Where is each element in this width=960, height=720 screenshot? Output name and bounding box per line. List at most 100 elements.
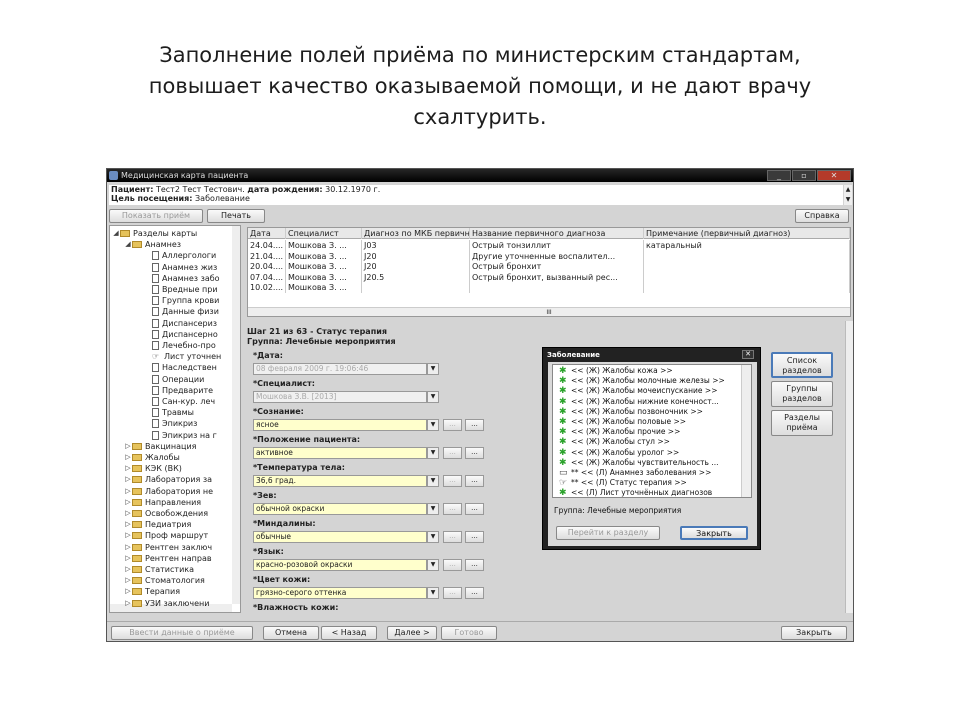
dropdown-arrow-icon[interactable]: ▼ — [427, 559, 439, 571]
dropdown-arrow-icon[interactable]: ▼ — [427, 587, 439, 599]
tree-item[interactable]: Вредные при — [144, 284, 218, 295]
dialog-close-icon[interactable]: ✕ — [742, 350, 754, 359]
tree-item[interactable]: ▷ Проф маршрут — [124, 530, 208, 541]
table-row[interactable]: 21.04.... Мошкова З. ... J20 Другие уточнен… — [248, 250, 850, 262]
column-header[interactable]: Дата — [248, 228, 286, 239]
field-input[interactable]: грязно-серого оттенка — [253, 587, 427, 599]
expand-icon[interactable]: ▷ — [124, 486, 132, 497]
tree-item[interactable]: ▷ Лаборатория не — [124, 486, 213, 497]
tree-item[interactable]: ▷ Рентген заключ — [124, 542, 212, 553]
field-extra-button[interactable]: ... — [443, 559, 462, 571]
tree-item[interactable]: Анамнез забо — [144, 273, 220, 284]
field-input[interactable]: красно-розовой окраски — [253, 559, 427, 571]
field-extra-button[interactable]: ... — [443, 447, 462, 459]
dropdown-arrow-icon[interactable]: ▼ — [427, 503, 439, 515]
dialog-close-button[interactable]: Закрыть — [680, 526, 748, 540]
tree-item[interactable]: ▷ Жалобы — [124, 452, 179, 463]
expand-icon[interactable]: ▷ — [124, 586, 132, 597]
close-window-button[interactable]: Закрыть — [781, 626, 847, 640]
minimize-icon[interactable]: _ — [767, 170, 791, 181]
field-extra-button[interactable]: ... — [443, 419, 462, 431]
table-row[interactable]: 10.02.... Мошкова З. ... — [248, 282, 850, 293]
dialog-list-item[interactable]: ✱ << (Ж) Жалобы позвоночник >> — [559, 407, 703, 417]
tree-item[interactable]: Наследствен — [144, 362, 217, 373]
expand-icon[interactable]: ▷ — [124, 497, 132, 508]
table-row[interactable]: 24.04.... Мошкова З. ... J03 Острый тонзилл… — [248, 240, 850, 251]
show-reception-button[interactable]: Показать приём — [109, 209, 203, 223]
dialog-list-scrollbar[interactable] — [741, 365, 751, 497]
field-browse-button[interactable]: ... — [465, 531, 484, 543]
field-input[interactable]: 36,6 град. — [253, 475, 427, 487]
expand-icon[interactable]: ▷ — [124, 441, 132, 452]
tree-item[interactable]: ▷ Терапия — [124, 586, 180, 597]
dialog-list-item[interactable]: ▭ ** << (Л) Анамнез заболевания >> — [559, 468, 711, 478]
tree-item[interactable]: Аллергологи — [144, 250, 216, 261]
field-extra-button[interactable]: ... — [443, 531, 462, 543]
dialog-list-item[interactable]: ✱ << (Ж) Жалобы стул >> — [559, 437, 670, 447]
cancel-button[interactable]: Отмена — [263, 626, 319, 640]
field-browse-button[interactable]: ... — [465, 559, 484, 571]
tree-item[interactable]: ◢ Разделы карты — [112, 228, 197, 239]
dialog-list-item[interactable]: ✱ << (Ж) Жалобы прочие >> — [559, 427, 680, 437]
dropdown-arrow-icon[interactable]: ▼ — [427, 419, 439, 431]
field-browse-button[interactable]: ... — [465, 587, 484, 599]
enter-reception-button[interactable]: Ввести данные о приёме — [111, 626, 253, 640]
tree-item[interactable]: Диспансерно — [144, 329, 218, 340]
tree-item[interactable]: ▷ Статистика — [124, 564, 194, 575]
field-extra-button[interactable]: ... — [443, 587, 462, 599]
tree-item[interactable]: ☞ Лист уточнен — [144, 351, 221, 362]
dropdown-arrow-icon[interactable]: ▼ — [427, 391, 439, 403]
expand-icon[interactable]: ▷ — [124, 508, 132, 519]
field-input[interactable]: Мошкова З.В. [2013] — [253, 391, 427, 403]
tree-item[interactable]: Эпикриз — [144, 418, 197, 429]
field-input[interactable]: обычной окраски — [253, 503, 427, 515]
dropdown-arrow-icon[interactable]: ▼ — [427, 475, 439, 487]
goto-section-button[interactable]: Перейти к разделу — [556, 526, 660, 540]
close-icon[interactable]: ✕ — [817, 170, 851, 181]
table-row[interactable]: 07.04.... Мошкова З. ... J20.5 Острый бронх… — [248, 271, 850, 283]
tree-item[interactable]: Данные физи — [144, 306, 219, 317]
expand-icon[interactable]: ▷ — [124, 542, 132, 553]
tree-item[interactable]: ▷ Стоматология — [124, 575, 205, 586]
dialog-list-item[interactable]: ☞ ** << (Л) Статус терапия >> — [559, 478, 687, 488]
field-browse-button[interactable]: ... — [465, 475, 484, 487]
tree-item[interactable]: Операции — [144, 374, 204, 385]
expand-icon[interactable]: ▷ — [124, 553, 132, 564]
tree-item[interactable]: Диспансериз — [144, 318, 217, 329]
dropdown-arrow-icon[interactable]: ▼ — [427, 363, 439, 375]
tree-item[interactable]: ▷ Направления — [124, 497, 201, 508]
field-input[interactable]: 08 февраля 2009 г. 19:06:46 — [253, 363, 427, 375]
dropdown-arrow-icon[interactable]: ▼ — [427, 447, 439, 459]
tree-item[interactable]: ▷ Освобождения — [124, 508, 208, 519]
dialog-list-item[interactable]: ✱ << (Л) Лист уточнённых диагнозов — [559, 488, 712, 497]
dialog-list-item[interactable]: ✱ << (Ж) Жалобы половые >> — [559, 417, 686, 427]
expand-icon[interactable]: ▷ — [124, 575, 132, 586]
tree-item[interactable]: ▷ Лаборатория за — [124, 474, 212, 485]
expand-icon[interactable]: ▷ — [124, 519, 132, 530]
patient-scrollbar[interactable]: ▲ ▼ — [844, 185, 852, 205]
column-header[interactable]: Название первичного диагноза — [470, 228, 644, 239]
dropdown-arrow-icon[interactable]: ▼ — [427, 531, 439, 543]
dialog-list-item[interactable]: ✱ << (Ж) Жалобы молочные железы >> — [559, 376, 725, 386]
grid-scroll-thumb[interactable]: III — [546, 309, 551, 316]
tree-item[interactable]: Группа крови — [144, 295, 219, 306]
expand-icon[interactable]: ◢ — [112, 228, 120, 239]
field-input[interactable]: обычные — [253, 531, 427, 543]
tree-item[interactable]: Предварите — [144, 385, 213, 396]
dialog-list-item[interactable]: ✱ << (Ж) Жалобы уролог >> — [559, 448, 679, 458]
expand-icon[interactable]: ▷ — [124, 598, 132, 609]
tree-item[interactable]: Сан-кур. леч — [144, 396, 215, 407]
section-groups-button[interactable]: Группы разделов — [771, 381, 833, 407]
tree-item[interactable]: Травмы — [144, 407, 194, 418]
tree-item[interactable]: Эпикриз на г — [144, 430, 217, 441]
tree-item[interactable]: ▷ Вакцинация — [124, 441, 196, 452]
expand-icon[interactable]: ▷ — [124, 452, 132, 463]
help-button[interactable]: Справка — [795, 209, 849, 223]
print-button[interactable]: Печать — [207, 209, 265, 223]
field-input[interactable]: ясное — [253, 419, 427, 431]
restore-icon[interactable]: ▫ — [792, 170, 816, 181]
tree-item[interactable]: ▷ УЗИ заключени — [124, 598, 209, 609]
column-header[interactable]: Специалист — [286, 228, 362, 239]
tree-item[interactable]: Анамнез жиз — [144, 262, 217, 273]
dialog-list-item[interactable]: ✱ << (Ж) Жалобы чувствительность ... — [559, 458, 718, 468]
